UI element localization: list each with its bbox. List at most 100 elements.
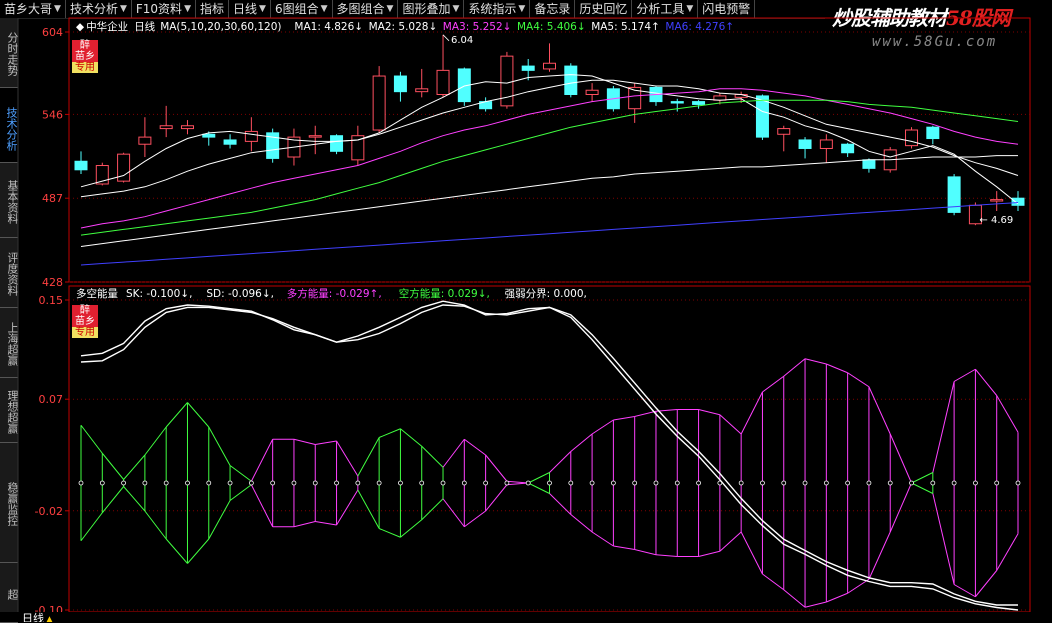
energy-lower-outline [101, 486, 124, 514]
indicator-y-tick-label: 0.15 [39, 294, 64, 307]
candle-body [543, 62, 556, 70]
divider-dot [994, 480, 1000, 486]
ma-value-6: MA6: 4.276↑ [665, 21, 734, 33]
candle [905, 127, 919, 149]
energy-lower-outline [868, 531, 891, 580]
period-label: 日线 [134, 20, 155, 33]
candle [436, 34, 450, 98]
divider-dot [185, 480, 190, 486]
energy-lower-outline [208, 500, 231, 540]
candle [798, 137, 812, 159]
badge-line3: 专用 [72, 62, 98, 73]
divider-dot [227, 480, 233, 486]
energy-lower-outline [485, 484, 508, 512]
low-price-label: ← 4.69 [979, 215, 1013, 226]
indicator-panel-frame [68, 285, 1031, 613]
energy-lower-outline [315, 521, 337, 526]
candle [649, 85, 663, 106]
candle-body [180, 125, 194, 130]
energy-lower-outline [165, 538, 188, 564]
energy-upper-outline [80, 424, 103, 454]
energy-lower-outline [996, 533, 1019, 571]
energy-upper-outline [634, 410, 657, 417]
price-y-tick-label: 487 [42, 192, 63, 205]
divider-dot [1015, 480, 1021, 486]
divider-dot [248, 480, 254, 486]
energy-lower-outline [804, 601, 827, 608]
energy-upper-outline [293, 438, 316, 445]
candle [117, 152, 131, 183]
divider-dot [525, 480, 531, 486]
energy-upper-outline [506, 480, 529, 484]
energy-lower-outline [698, 550, 720, 557]
candle-body [585, 89, 599, 96]
divider-dot [312, 480, 318, 486]
energy-upper-outline [826, 363, 848, 374]
status-bar [0, 612, 1052, 622]
candle-body [841, 143, 855, 154]
energy-lower-outline [421, 498, 444, 521]
energy-upper-outline [719, 414, 742, 435]
energy-upper-outline [527, 472, 550, 484]
energy-lower-outline [442, 498, 465, 528]
candle-body [926, 126, 940, 140]
energy-upper-outline [229, 465, 252, 482]
energy-upper-outline [975, 368, 998, 396]
energy-upper-outline [613, 416, 635, 421]
candle [415, 68, 429, 98]
indicator-y-tick-label: 0.07 [39, 393, 64, 406]
energy-lower-outline [187, 538, 210, 564]
energy-lower-outline [740, 531, 763, 575]
energy-upper-outline [847, 372, 870, 388]
energy-upper-outline [591, 419, 614, 435]
divider-dot [802, 480, 808, 486]
candle [159, 105, 173, 138]
badge-line2: 苗乡 [72, 51, 98, 62]
divider-dot [334, 480, 339, 486]
energy-lower-outline [570, 514, 593, 533]
candle-body [564, 65, 578, 96]
candle [841, 142, 855, 157]
indicator-badge-line2: 苗乡 [72, 316, 98, 327]
candle-body [223, 139, 237, 145]
energy-lower-outline [400, 519, 423, 538]
divider-dot [504, 480, 510, 486]
divider-dot [419, 480, 425, 486]
indicator-value-1: SD: -0.096↓, [206, 288, 274, 300]
energy-lower-outline [336, 489, 359, 526]
energy-lower-outline [975, 570, 998, 598]
candle-body [74, 160, 88, 171]
divider-dot [121, 480, 126, 486]
candle [479, 97, 493, 112]
energy-lower-outline [80, 512, 103, 542]
energy-lower-outline [123, 486, 146, 512]
high-price-label: 6.04 [451, 35, 473, 46]
energy-lower-outline [229, 484, 252, 501]
indicator-value-4: 强弱分界: 0.000, [505, 288, 587, 300]
energy-lower-outline [357, 489, 380, 529]
ma-line-ma1 [80, 74, 1019, 205]
candle [564, 63, 578, 98]
energy-upper-outline [464, 438, 486, 456]
divider-dot [461, 480, 467, 486]
candle-body [777, 128, 791, 135]
ma-line-ma3 [80, 88, 1019, 229]
candle-body [308, 135, 322, 138]
candle [947, 174, 961, 216]
ma-line-ma4 [80, 99, 1019, 236]
energy-upper-outline [336, 440, 359, 477]
divider-dot [738, 480, 744, 486]
ma-value-2: MA2: 5.028↓ [369, 21, 438, 33]
energy-upper-outline [804, 358, 827, 365]
indicator-value-3: 空方能量: 0.029↓, [399, 287, 490, 300]
candle [926, 125, 940, 145]
energy-upper-outline [378, 428, 401, 438]
energy-lower-outline [144, 510, 167, 540]
candle [819, 134, 833, 163]
stock-name: 中华企业 [86, 20, 128, 33]
candle [180, 120, 194, 135]
divider-dot [291, 480, 297, 486]
diamond-icon: ◆ [76, 21, 85, 33]
candle-body [372, 75, 386, 131]
energy-upper-outline [208, 426, 231, 466]
